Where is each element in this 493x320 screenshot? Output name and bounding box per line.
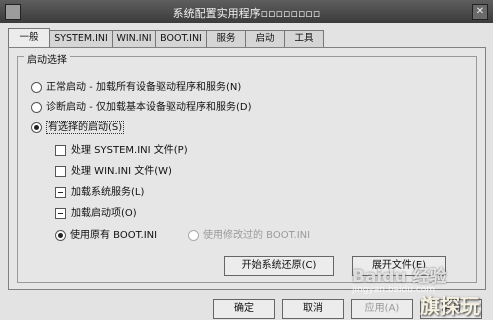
tab-boot-ini[interactable]: BOOT.INI — [155, 30, 207, 47]
radio-label: 有选择的启动(S) — [46, 121, 125, 134]
checkbox-label: 处理 WIN.INI 文件(W) — [71, 166, 172, 177]
radio-label: 使用修改过的 BOOT.INI — [203, 230, 311, 241]
ok-button[interactable]: 确定 — [213, 299, 275, 319]
baidu-watermark: Baidu 经验 — [352, 267, 447, 287]
checkbox-label: 处理 SYSTEM.INI 文件(P) — [71, 145, 188, 156]
checkbox-label: 加载系统服务(L) — [71, 187, 145, 198]
group-legend: 启动选择 — [24, 51, 70, 66]
radio-selective-startup[interactable]: 有选择的启动(S) — [31, 118, 125, 134]
tab-startup[interactable]: 启动 — [245, 30, 285, 47]
tab-general[interactable]: 一般 — [8, 28, 50, 47]
checkbox-icon[interactable] — [55, 207, 66, 219]
radio-label: 诊断启动 - 仅加载基本设备驱动程序和服务(D) — [46, 102, 252, 113]
radio-label: 使用原有 BOOT.INI — [70, 230, 158, 241]
tab-system-ini[interactable]: SYSTEM.INI — [49, 30, 113, 47]
checkbox-icon[interactable] — [55, 165, 66, 177]
radio-icon[interactable] — [31, 101, 42, 113]
checkbox-label: 加载启动项(O) — [71, 208, 137, 219]
checkbox-load-startup-items[interactable]: 加载启动项(O) — [55, 204, 137, 219]
apply-button[interactable]: 应用(A) — [351, 299, 413, 319]
checkbox-system-ini[interactable]: 处理 SYSTEM.INI 文件(P) — [55, 141, 188, 156]
checkbox-icon[interactable] — [55, 144, 66, 156]
radio-label: 正常启动 - 加载所有设备驱动程序和服务(N) — [46, 82, 242, 93]
radio-diagnostic-startup[interactable]: 诊断启动 - 仅加载基本设备驱动程序和服务(D) — [31, 98, 251, 113]
tab-services[interactable]: 服务 — [206, 30, 246, 47]
radio-modified-boot-ini: 使用修改过的 BOOT.INI — [188, 226, 310, 241]
checkbox-icon[interactable] — [55, 186, 66, 198]
system-config-window: 系统配置实用程序▫▫▫▫▫▫▫▫ ✕ 一般 SYSTEM.INI WIN.INI… — [0, 0, 493, 320]
radio-original-boot-ini[interactable]: 使用原有 BOOT.INI — [55, 226, 157, 241]
radio-icon[interactable] — [31, 121, 42, 133]
checkbox-load-services[interactable]: 加载系统服务(L) — [55, 183, 144, 198]
title-bar: 系统配置实用程序▫▫▫▫▫▫▫▫ ✕ — [0, 0, 493, 23]
tab-win-ini[interactable]: WIN.INI — [112, 30, 156, 47]
window-title: 系统配置实用程序▫▫▫▫▫▫▫▫ — [172, 7, 321, 20]
radio-icon — [188, 229, 199, 241]
tab-tools[interactable]: 工具 — [284, 30, 324, 47]
close-icon[interactable]: ✕ — [472, 4, 488, 20]
radio-icon[interactable] — [55, 229, 66, 241]
radio-icon[interactable] — [31, 81, 42, 93]
corner-watermark: 旗探玩 — [420, 294, 480, 318]
radio-normal-startup[interactable]: 正常启动 - 加载所有设备驱动程序和服务(N) — [31, 78, 241, 93]
system-restore-button[interactable]: 开始系统还原(C) — [224, 256, 334, 276]
checkbox-win-ini[interactable]: 处理 WIN.INI 文件(W) — [55, 162, 172, 177]
cancel-button[interactable]: 取消 — [282, 299, 344, 319]
